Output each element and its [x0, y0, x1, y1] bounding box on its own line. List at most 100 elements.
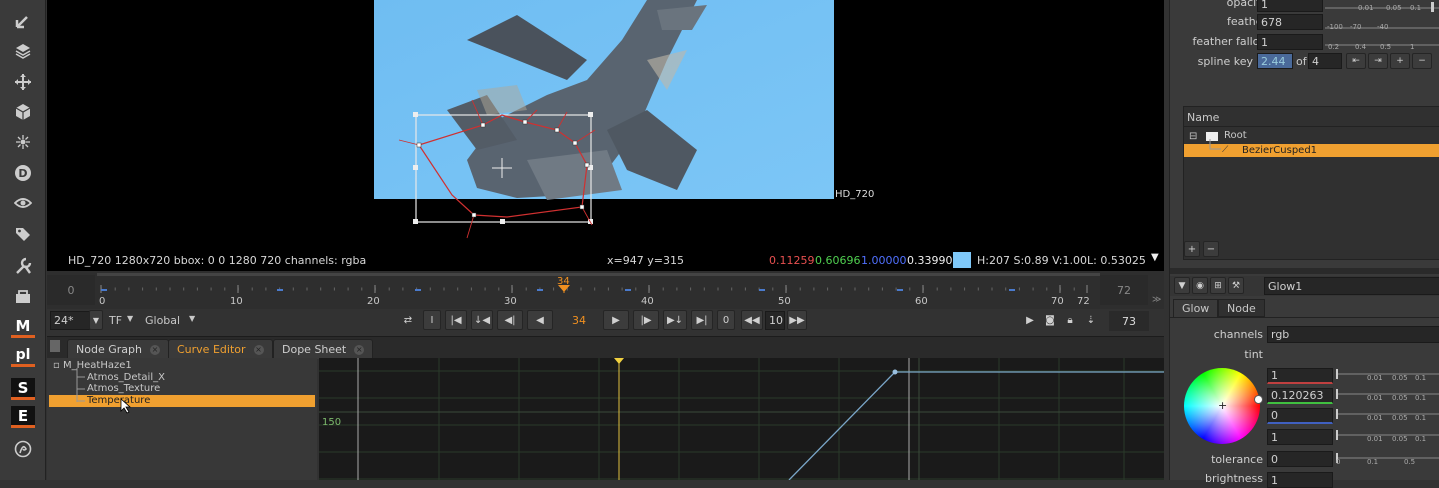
- end-frame-field[interactable]: 73: [1109, 311, 1149, 331]
- curve-tree: ▫ M_HeatHaze1 Atmos_Detail_X Atmos_Textu…: [47, 358, 317, 480]
- spline-key-field[interactable]: 2.44: [1257, 53, 1293, 69]
- node-name-field[interactable]: Glow1: [1264, 277, 1439, 295]
- feather-falloff-field[interactable]: 1: [1257, 34, 1323, 50]
- tab-glow[interactable]: Glow: [1173, 299, 1219, 317]
- next-keyframe-icon[interactable]: ▶↓: [663, 310, 687, 330]
- tint-b-field[interactable]: 0: [1267, 408, 1333, 424]
- curve-editor-canvas[interactable]: 150: [319, 358, 1164, 480]
- opacity-field[interactable]: 1: [1257, 0, 1323, 12]
- timeline-end[interactable]: 72: [1100, 275, 1148, 305]
- range-icon[interactable]: ⇣: [1082, 310, 1100, 330]
- channels-select[interactable]: rgb: [1267, 326, 1439, 343]
- tab-node[interactable]: Node: [1218, 299, 1265, 317]
- feather-field[interactable]: 678: [1257, 14, 1323, 30]
- deep-icon[interactable]: D: [10, 160, 36, 186]
- close-icon[interactable]: ×: [149, 344, 160, 355]
- fps-dropdown-icon[interactable]: ▼: [89, 310, 103, 330]
- loop-icon[interactable]: ⇄: [397, 310, 419, 330]
- lock-icon[interactable]: 🔒︎: [1062, 310, 1078, 330]
- tint-a-field[interactable]: 1: [1267, 429, 1333, 445]
- skip-forward-icon[interactable]: ▶▶: [787, 310, 807, 330]
- close-icon[interactable]: ×: [354, 344, 365, 355]
- tint-r-field[interactable]: 1: [1267, 368, 1333, 384]
- tint-label: tint: [1244, 348, 1263, 361]
- global-select[interactable]: Global: [145, 314, 180, 327]
- slider-tick: 0.1: [1410, 4, 1422, 12]
- prev-keyframe-icon[interactable]: ↓◀: [471, 310, 493, 330]
- tags-icon[interactable]: [10, 221, 36, 247]
- viewer-tool-icon[interactable]: [10, 8, 36, 34]
- add-key-icon[interactable]: +: [1390, 53, 1410, 69]
- timeline-start[interactable]: 0: [47, 275, 95, 305]
- 3d-cube-icon[interactable]: [10, 99, 36, 125]
- timeline-menu-icon[interactable]: ≫: [1152, 295, 1161, 305]
- node-settings-icon[interactable]: ⚒: [1228, 277, 1244, 294]
- tab-dope-sheet[interactable]: Dope Sheet ×: [273, 339, 374, 359]
- tab-curve-editor[interactable]: Curve Editor ×: [168, 339, 273, 359]
- toolsets-icon[interactable]: [10, 283, 36, 309]
- tree-item[interactable]: Atmos_Detail_X: [87, 372, 165, 383]
- tint-tick: 0.01: [1367, 435, 1383, 443]
- tolerance-field[interactable]: 0: [1267, 451, 1333, 467]
- global-dropdown-icon[interactable]: ▼: [189, 314, 195, 323]
- timeline[interactable]: 0 72 34 0 10 20 30 40 50 60 70 72 ≫: [47, 271, 1164, 309]
- m-plugin-icon[interactable]: M: [11, 316, 35, 338]
- out-point-button[interactable]: 0: [717, 310, 735, 330]
- next-key-icon[interactable]: ⇥: [1368, 53, 1388, 69]
- tab-node-graph[interactable]: Node Graph ×: [67, 339, 169, 359]
- node-header: ▼ ◉ ⊞ ⚒ Glow1: [1170, 276, 1439, 296]
- close-icon[interactable]: ×: [253, 344, 264, 355]
- wheel-center-icon: +: [1218, 399, 1228, 412]
- play-forward-icon[interactable]: ▶: [603, 310, 629, 330]
- curve-y-label: 150: [322, 417, 342, 428]
- tint-tick: 0.1: [1415, 435, 1427, 443]
- viewer-canvas[interactable]: [47, 0, 1164, 249]
- in-point-button[interactable]: I: [423, 310, 441, 330]
- panel-menu-icon[interactable]: [50, 340, 60, 352]
- viewer-panel[interactable]: HD_720: [47, 0, 1164, 249]
- tint-g-field[interactable]: 0.120263: [1267, 388, 1333, 404]
- transform-icon[interactable]: [10, 69, 36, 95]
- collapse-triangle-icon[interactable]: ▼: [1174, 277, 1190, 294]
- pixel-hsv: H:207 S:0.89 V:1.00: [977, 254, 1087, 267]
- layer-bezier[interactable]: BezierCusped1: [1242, 145, 1317, 156]
- current-frame-field[interactable]: 34: [559, 314, 599, 327]
- fps-field[interactable]: 24*: [50, 311, 90, 330]
- prev-key-icon[interactable]: ⇤: [1346, 53, 1366, 69]
- timeline-ruler[interactable]: [97, 271, 1100, 309]
- pl-plugin-icon[interactable]: pl: [11, 345, 35, 367]
- node-bypass-icon[interactable]: ⊞: [1210, 277, 1226, 294]
- eye-icon[interactable]: [10, 190, 36, 216]
- play-backward-icon[interactable]: ◀: [527, 310, 553, 330]
- particles-icon[interactable]: [10, 129, 36, 155]
- tree-item[interactable]: Atmos_Texture: [87, 383, 160, 394]
- e-plugin-icon[interactable]: E: [11, 406, 35, 428]
- s-plugin-icon[interactable]: S: [11, 378, 35, 400]
- nukex-icon[interactable]: [10, 436, 36, 462]
- wrench-icon[interactable]: [10, 253, 36, 279]
- tint-tick: 0.05: [1392, 394, 1408, 402]
- step-back-icon[interactable]: ◀|: [497, 310, 523, 330]
- last-frame-icon[interactable]: ▶|: [691, 310, 713, 330]
- remove-key-icon[interactable]: −: [1412, 53, 1432, 69]
- add-layer-button[interactable]: +: [1184, 241, 1200, 257]
- wheel-handle[interactable]: [1254, 395, 1263, 404]
- layer-root[interactable]: Root: [1224, 130, 1247, 141]
- status-menu-icon[interactable]: ▼: [1151, 252, 1159, 263]
- brightness-field[interactable]: 1: [1267, 472, 1333, 488]
- color-wheel[interactable]: +: [1184, 368, 1263, 444]
- increment-field[interactable]: 10: [765, 311, 785, 330]
- tree-root[interactable]: ▫ M_HeatHaze1: [53, 360, 132, 371]
- layers-icon[interactable]: [10, 38, 36, 64]
- skip-back-icon[interactable]: ◀◀: [741, 310, 763, 330]
- record-icon[interactable]: ◙: [1042, 310, 1058, 330]
- collapse-icon[interactable]: ⊟: [1189, 131, 1197, 142]
- step-forward-icon[interactable]: |▶: [633, 310, 659, 330]
- tf-select[interactable]: TF: [109, 314, 122, 327]
- viewer-input-icon[interactable]: ◉: [1192, 277, 1208, 294]
- remove-layer-button[interactable]: −: [1203, 241, 1219, 257]
- flipbook-icon[interactable]: ▶: [1022, 310, 1038, 330]
- spline-key-total[interactable]: 4: [1308, 53, 1342, 69]
- tf-dropdown-icon[interactable]: ▼: [127, 314, 133, 323]
- first-frame-icon[interactable]: |◀: [445, 310, 467, 330]
